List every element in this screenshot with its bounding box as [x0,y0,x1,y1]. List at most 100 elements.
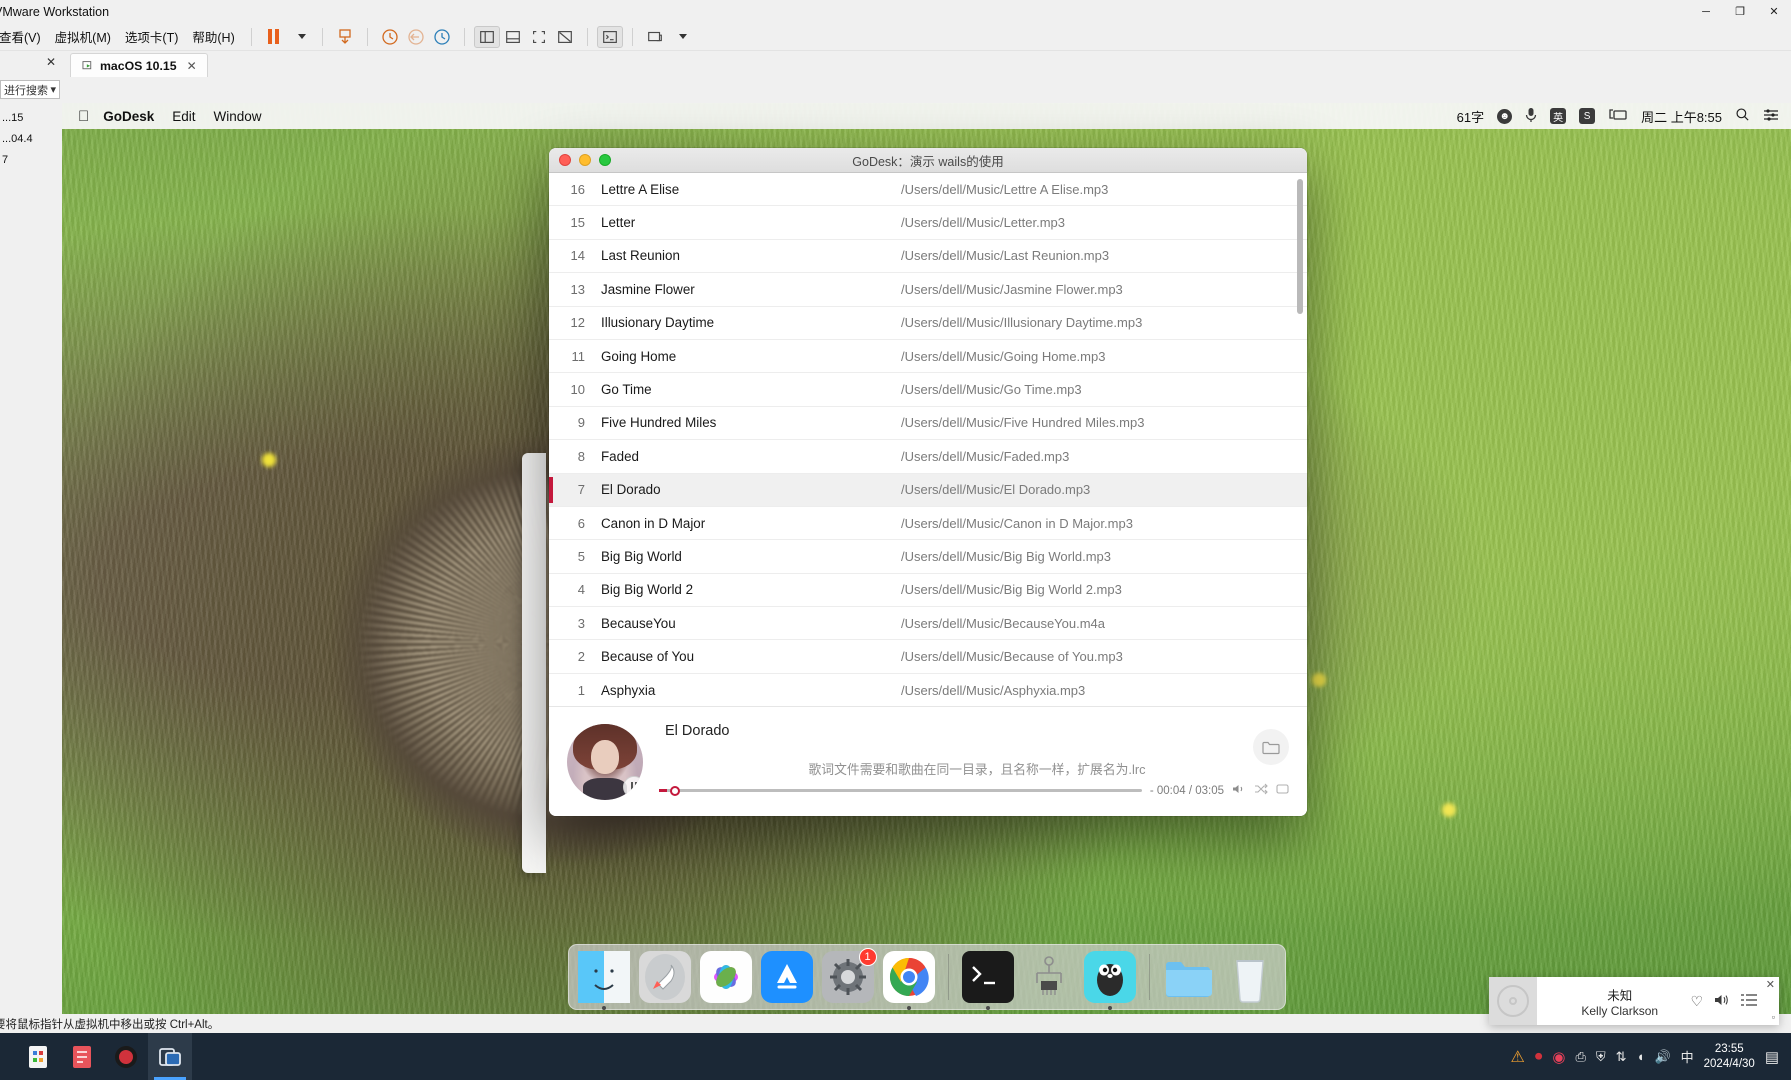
apple-menu-icon[interactable]:  [78,108,89,125]
close-button[interactable]: ✕ [1757,0,1791,23]
tray-updown-icon[interactable]: ⇅ [1616,1049,1627,1065]
menubar-item-godesk[interactable]: GoDesk [103,109,154,124]
dock-circuit-app[interactable] [1023,951,1075,1003]
show-thumbnail-bar-icon[interactable] [500,26,526,48]
table-row[interactable]: 13 Jasmine Flower/Users/dell/Music/Jasmin… [549,273,1307,307]
playlist-icon[interactable] [1741,993,1757,1009]
library-search-input[interactable]: 进行搜索 ▾ [0,80,60,99]
play-pause-button[interactable] [623,775,643,798]
sogou-input-icon[interactable]: S [1579,108,1596,124]
song-list-scrollbar[interactable] [1297,179,1303,314]
repeat-icon[interactable] [1276,783,1289,798]
dock-trash[interactable] [1224,951,1276,1003]
pause-dropdown-caret-icon[interactable] [287,26,313,48]
dock-folder[interactable] [1163,951,1215,1003]
tray-volume-icon[interactable]: 🔊 [1654,1049,1670,1065]
emoji-icon[interactable]: ☻ [1497,108,1513,124]
show-library-icon[interactable] [473,25,500,48]
table-row[interactable]: 5 Big Big World/Users/dell/Music/Big Big … [549,540,1307,574]
unity-mode-icon[interactable] [552,26,578,48]
taskbar-app-vmware[interactable] [148,1033,192,1080]
library-search-caret-icon[interactable]: ▾ [50,83,56,96]
menu-help[interactable]: 帮助(H) [185,24,241,49]
vm-tab-label: macOS 10.15 [100,58,177,73]
table-row[interactable]: 1 Asphyxia/Users/dell/Music/Asphyxia.mp3 [549,674,1307,706]
table-row[interactable]: 8 Faded/Users/dell/Music/Faded.mp3 [549,440,1307,474]
mini-player-artist: Kelly Clarkson [1581,1003,1659,1018]
library-tree-item-1[interactable]: ...04.4 [2,129,62,150]
mini-player-volume-icon[interactable] [1714,993,1730,1010]
console-view-icon[interactable] [596,25,623,48]
table-row[interactable]: 3 BecauseYou/Users/dell/Music/BecauseYou.… [549,607,1307,641]
song-list[interactable]: 16 Lettre A Elise/Users/dell/Music/Lettre… [549,173,1307,706]
maximize-button[interactable]: ❐ [1723,0,1757,23]
table-row[interactable]: 15 Letter/Users/dell/Music/Letter.mp3 [549,206,1307,240]
tray-warning-icon[interactable]: ⚠ [1511,1047,1525,1067]
mini-player-text: 未知 Kelly Clarkson [1549,985,1690,1018]
control-center-icon[interactable] [1763,108,1779,125]
table-row[interactable]: 14 Last Reunion/Users/dell/Music/Last Reu… [549,240,1307,274]
mini-player-minimize-icon[interactable]: ▫ [1772,1012,1775,1022]
library-tree-item-0[interactable]: ...15 [2,108,62,129]
menu-tabs[interactable]: 选项卡(T) [118,24,185,49]
dock-launchpad[interactable] [638,951,691,1003]
table-row[interactable]: 16 Lettre A Elise/Users/dell/Music/Lettre… [549,173,1307,207]
menubar-item-edit[interactable]: Edit [172,109,195,124]
tray-overflow-icon[interactable]: ⎙ [1576,1049,1586,1065]
spotlight-search-icon[interactable] [1735,107,1750,125]
taskbar-app-notes[interactable] [60,1033,104,1080]
take-snapshot-icon[interactable] [377,26,403,48]
tray-ime-indicator[interactable]: 中 [1681,1047,1694,1066]
vm-tab-macos-1015[interactable]: macOS 10.15 ✕ [70,53,208,77]
table-row[interactable]: 9 Five Hundred Miles/Users/dell/Music/Fiv… [549,407,1307,441]
table-row[interactable]: 2 Because of You/Users/dell/Music/Because… [549,640,1307,674]
menubar-item-window[interactable]: Window [214,109,262,124]
fullscreen-icon[interactable] [526,26,552,48]
progress-slider[interactable] [659,785,1142,796]
dock-gopher-app[interactable] [1083,951,1136,1010]
taskbar-clock[interactable]: 23:55 2024/4/30 [1704,1042,1755,1072]
tray-record-icon[interactable]: ⏺ [1535,1048,1543,1065]
screen-mirroring-icon[interactable] [1608,108,1628,125]
dock-finder[interactable] [577,951,630,1010]
tray-wifi-icon[interactable]: ◖ [1637,1049,1645,1064]
table-row[interactable]: 7 El Dorado/Users/dell/Music/El Dorado.mp… [549,473,1307,507]
revert-snapshot-icon[interactable] [403,26,429,48]
manage-snapshots-icon[interactable] [429,26,455,48]
table-row[interactable]: 10 Go Time/Users/dell/Music/Go Time.mp3 [549,373,1307,407]
table-row[interactable]: 11 Going Home/Users/dell/Music/Going Home… [549,340,1307,374]
dock-chrome[interactable] [882,951,935,1010]
send-key-icon[interactable] [332,26,358,48]
tray-shield-icon[interactable]: ⛨ [1596,1049,1606,1065]
microphone-icon[interactable] [1525,107,1537,126]
open-folder-button[interactable] [1253,729,1289,765]
mini-player-close-icon[interactable]: ✕ [1766,979,1775,991]
dock-system-preferences[interactable]: 1 [821,948,877,1003]
volume-icon[interactable] [1232,783,1246,798]
menu-view[interactable]: 查看(V) [0,24,48,49]
table-row[interactable]: 12 Illusionary Daytime/Users/dell/Music/I… [549,307,1307,340]
notification-center-icon[interactable]: ▤ [1765,1048,1779,1066]
taskbar-app-explorer[interactable] [16,1033,60,1080]
table-row[interactable]: 6 Canon in D Major/Users/dell/Music/Canon… [549,507,1307,541]
tray-music-icon[interactable]: ◉ [1552,1048,1565,1066]
dock-app-store[interactable] [760,951,813,1003]
menubar-clock[interactable]: 周二 上午8:55 [1641,107,1722,126]
song-name: Big Big World [601,548,682,564]
vm-tab-close-icon[interactable]: ✕ [187,59,197,73]
progress-slider-knob[interactable] [669,785,680,796]
shuffle-icon[interactable] [1254,783,1268,798]
taskbar-app-recorder[interactable] [104,1033,148,1080]
close-library-panel-button[interactable]: ✕ [46,55,56,69]
table-row[interactable]: 4 Big Big World 2/Users/dell/Music/Big Bi… [549,574,1307,608]
pause-vm-button[interactable] [261,26,287,48]
menu-vm[interactable]: 虚拟机(M) [48,24,118,49]
ime-indicator[interactable]: 英 [1550,108,1567,124]
dock-photos[interactable] [699,951,752,1003]
like-heart-icon[interactable]: ♡ [1690,993,1703,1010]
library-tree-item-2[interactable]: 7 [2,150,62,171]
devices-dropdown-caret-icon[interactable] [668,26,694,48]
devices-icon[interactable] [642,26,668,48]
dock-terminal[interactable] [961,951,1014,1010]
minimize-button[interactable]: ─ [1689,0,1723,23]
